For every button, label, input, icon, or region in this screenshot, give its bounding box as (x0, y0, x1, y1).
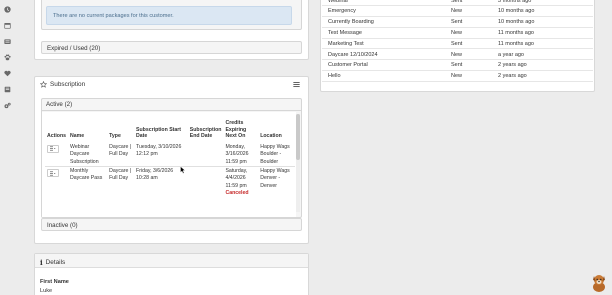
subscription-header: Subscription (40, 81, 85, 88)
col-actions: Actions (47, 133, 67, 140)
message-row[interactable]: Daycare 12/10/2024 New a year ago (322, 50, 593, 61)
actions-menu-icon (50, 146, 56, 151)
subscription-title: Subscription (50, 81, 86, 88)
table-scrollbar-thumb[interactable] (296, 114, 300, 160)
message-name: Webinar (328, 0, 349, 4)
book-icon[interactable] (3, 85, 11, 93)
details-title: Details (45, 259, 66, 266)
col-type: Type (109, 133, 121, 140)
star-icon (40, 81, 47, 88)
message-name: Hello (328, 73, 341, 80)
message-row[interactable]: Test Message New 11 months ago (322, 28, 593, 39)
sub-end (188, 140, 224, 167)
message-name: Currently Boarding (328, 19, 374, 26)
message-name: Marketing Test (328, 40, 364, 47)
gears-icon[interactable] (3, 101, 11, 109)
row-actions-button[interactable] (47, 144, 59, 153)
clock-icon[interactable] (3, 5, 11, 13)
message-row[interactable]: Hello New 2 years ago (322, 71, 593, 82)
sub-location: Happy Wags Denver - Denver (258, 165, 295, 198)
sub-type: Daycare | Full Day (109, 143, 132, 158)
message-row[interactable]: Marketing Test Sent 11 months ago (322, 39, 593, 50)
message-time: 2 years ago (498, 73, 527, 80)
message-name: Test Message (328, 29, 362, 36)
message-time: 10 months ago (498, 19, 535, 26)
col-credits-expiring: Credits Expiring Next On (225, 120, 247, 140)
paw-icon[interactable] (3, 53, 11, 61)
message-status: New (451, 51, 463, 58)
sub-name: Webinar Daycare Subscription (70, 143, 99, 165)
message-row[interactable]: Emergency New 10 months ago (322, 6, 593, 18)
message-time: 3 months ago (498, 0, 532, 4)
sub-name: Monthly Daycare Pass (68, 165, 108, 198)
sub-credits-expiring: Monday, 3/16/2026 11:59 pm (225, 143, 249, 165)
table-row: Webinar Daycare Subscription Daycare | F… (45, 140, 295, 167)
sub-start: Tuesday, 3/10/2026 12:12 pm (136, 143, 182, 158)
message-status: New (451, 73, 463, 80)
message-row[interactable]: Customer Portal Sent 2 years ago (322, 60, 593, 72)
table-header-row: Actions Name Type Subscription Start Dat… (45, 120, 295, 140)
col-location: Location (260, 133, 282, 140)
calendar-icon[interactable] (3, 21, 11, 29)
message-time: 2 years ago (498, 62, 527, 69)
mouse-cursor-icon (180, 166, 185, 174)
message-name: Daycare 12/10/2024 (328, 51, 378, 58)
sub-end (187, 165, 224, 198)
message-time: 11 months ago (498, 40, 534, 47)
message-time: a year ago (498, 51, 524, 58)
active-label: Active (2) (46, 101, 73, 108)
message-status: Sent (451, 0, 463, 4)
sidebar (0, 0, 14, 295)
message-time: 11 months ago (498, 29, 534, 36)
row-actions-button[interactable] (47, 169, 59, 177)
message-row[interactable]: Currently Boarding Sent 10 months ago (322, 17, 593, 28)
heart-icon[interactable] (3, 69, 11, 77)
first-name-value: Luke (40, 288, 53, 294)
subscriptions-table: Actions Name Type Subscription Start Dat… (45, 120, 295, 198)
details-header-bar (35, 254, 308, 268)
col-end-date: Subscription End Date (189, 126, 222, 140)
col-name: Name (70, 133, 85, 140)
active-header[interactable]: Active (2) (41, 98, 302, 111)
message-name: Customer Portal (328, 62, 368, 69)
message-status: Sent (451, 19, 463, 26)
expired-used-section[interactable]: Expired / Used (20) (41, 41, 302, 54)
assistant-avatar[interactable] (591, 273, 607, 292)
message-status: New (451, 29, 463, 36)
inactive-section[interactable]: Inactive (0) (41, 218, 302, 231)
message-name: Emergency (328, 8, 356, 15)
id-card-icon[interactable] (3, 37, 11, 45)
expired-used-label: Expired / Used (20) (47, 45, 101, 52)
table-row: Monthly Daycare Pass Daycare | Full Day … (45, 165, 295, 198)
info-icon: i (40, 258, 43, 267)
details-header: i Details (40, 258, 65, 267)
sub-credits-expiring: Saturday, 4/4/2026 11:59 pm (225, 168, 248, 189)
first-name-label: First Name (40, 279, 69, 285)
message-status: New (451, 8, 463, 15)
inactive-label: Inactive (0) (47, 222, 78, 229)
col-start-date: Subscription Start Date (136, 126, 182, 140)
subscription-menu-icon[interactable] (293, 81, 300, 88)
canceled-status: Canceled (225, 190, 249, 197)
sub-type: Daycare | Full Day (107, 165, 135, 198)
no-packages-message: There are no current packages for this c… (46, 6, 292, 25)
message-status: Sent (451, 40, 463, 47)
message-status: Sent (451, 62, 463, 69)
message-time: 10 months ago (498, 8, 535, 15)
dog-mascot-icon (593, 275, 605, 292)
actions-menu-icon (50, 171, 56, 175)
sub-location: Happy Wags Boulder - Boulder (260, 143, 290, 165)
